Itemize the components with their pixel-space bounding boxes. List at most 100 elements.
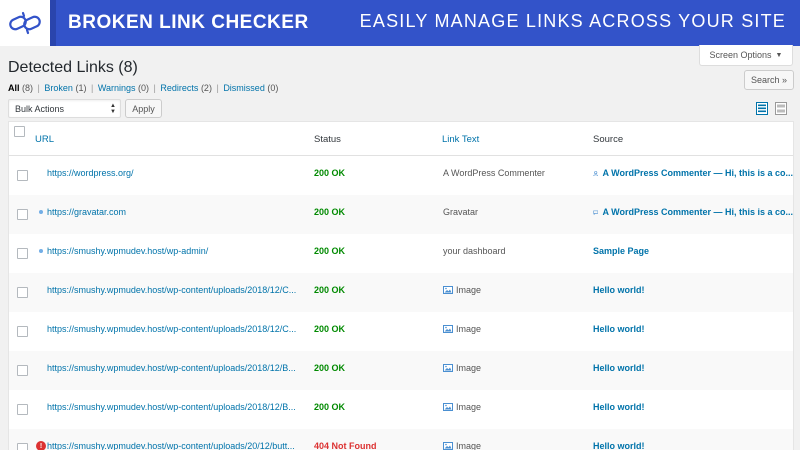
link-url[interactable]: https://smushy.wpmudev.host/wp-content/u…: [47, 285, 302, 295]
screen-options-button[interactable]: Screen Options ▼: [699, 45, 793, 66]
error-icon: !: [36, 441, 46, 450]
filter-redirects[interactable]: Redirects: [160, 83, 198, 93]
image-icon: [443, 364, 453, 372]
banner-title: BROKEN LINK CHECKER: [68, 12, 309, 33]
image-icon: [443, 286, 453, 294]
link-text-cell: Image: [443, 324, 481, 334]
column-url[interactable]: URL: [35, 134, 54, 145]
link-text: Gravatar: [443, 207, 479, 217]
link-text: Image: [456, 441, 482, 450]
link-source-cell: Hello world!: [593, 324, 793, 334]
table-row: ! https://smushy.wpmudev.host/wp-content/…: [9, 429, 793, 450]
image-icon: [443, 442, 453, 450]
redirect-dot-icon: [39, 210, 43, 214]
link-text: Image: [456, 324, 482, 334]
row-checkbox[interactable]: [17, 170, 28, 181]
link-url[interactable]: https://smushy.wpmudev.host/wp-content/u…: [47, 402, 302, 412]
link-text-cell: A WordPress Commenter: [443, 168, 545, 178]
select-all-checkbox[interactable]: [14, 126, 25, 137]
link-text-cell: Gravatar: [443, 207, 478, 217]
link-status: 404 Not Found: [314, 441, 377, 450]
table-header: URL Status Link Text Source: [9, 122, 793, 156]
filter-warnings[interactable]: Warnings: [98, 83, 136, 93]
link-source[interactable]: Hello world!: [593, 402, 645, 412]
link-source[interactable]: A WordPress Commenter — Hi, this is a co…: [602, 207, 793, 217]
comment-icon: [593, 210, 599, 215]
column-link-text[interactable]: Link Text: [442, 134, 479, 145]
column-status: Status: [314, 134, 341, 145]
table-row: https://smushy.wpmudev.host/wp-content/u…: [9, 312, 793, 351]
filter-separator: |: [90, 83, 94, 93]
link-status: 200 OK: [314, 285, 346, 295]
link-url[interactable]: https://smushy.wpmudev.host/wp-content/u…: [47, 324, 302, 334]
filter-redirects-count: (2): [200, 83, 212, 93]
filter-all[interactable]: All: [8, 83, 20, 93]
link-status: 200 OK: [314, 324, 346, 334]
filter-all-count: (8): [22, 83, 34, 93]
row-checkbox[interactable]: [17, 365, 28, 376]
image-icon: [443, 325, 453, 333]
link-text: A WordPress Commenter: [443, 168, 545, 178]
row-checkbox[interactable]: [17, 326, 28, 337]
link-status: 200 OK: [314, 246, 346, 256]
link-url[interactable]: https://smushy.wpmudev.host/wp-admin/: [47, 246, 302, 256]
bulk-actions-value: Bulk Actions: [15, 103, 65, 114]
row-checkbox[interactable]: [17, 248, 28, 259]
link-status: 200 OK: [314, 402, 346, 412]
chain-link-icon: [9, 11, 41, 35]
link-text-cell: Image: [443, 285, 481, 295]
image-icon: [443, 403, 453, 411]
link-url[interactable]: https://gravatar.com: [47, 207, 302, 217]
bulk-actions-select[interactable]: Bulk Actions ▲ ▼: [8, 99, 121, 118]
link-source[interactable]: Hello world!: [593, 285, 645, 295]
link-source-cell: Hello world!: [593, 285, 793, 295]
apply-button[interactable]: Apply: [125, 99, 162, 118]
link-text: Image: [456, 363, 482, 373]
link-text-cell: Image: [443, 441, 481, 450]
link-source-cell: A WordPress Commenter — Hi, this is a co…: [593, 207, 793, 217]
logo: [0, 0, 56, 46]
link-text: Image: [456, 402, 482, 412]
link-text-cell: Image: [443, 402, 481, 412]
plugin-banner: BROKEN LINK CHECKER EASILY MANAGE LINKS …: [0, 0, 800, 46]
link-source[interactable]: Sample Page: [593, 246, 649, 256]
link-url[interactable]: https://smushy.wpmudev.host/wp-content/u…: [47, 441, 302, 450]
filter-dismissed[interactable]: Dismissed: [223, 83, 265, 93]
column-source: Source: [593, 134, 624, 145]
link-source[interactable]: A WordPress Commenter — Hi, this is a co…: [602, 168, 793, 178]
link-source-cell: A WordPress Commenter — Hi, this is a co…: [593, 168, 793, 178]
link-text: Image: [456, 285, 482, 295]
table-row: https://smushy.wpmudev.host/wp-content/u…: [9, 390, 793, 429]
row-checkbox[interactable]: [17, 287, 28, 298]
banner-tagline: EASILY MANAGE LINKS ACROSS YOUR SITE: [359, 11, 786, 31]
table-row: https://gravatar.com 200 OK Gravatar A Word…: [9, 195, 793, 234]
caret-down-icon: ▼: [775, 51, 783, 59]
table-body: https://wordpress.org/200 OK A WordPress …: [9, 156, 793, 450]
link-source-cell: Hello world!: [593, 441, 793, 450]
link-source[interactable]: Hello world!: [593, 324, 645, 334]
search-button[interactable]: Search »: [744, 70, 794, 90]
link-url[interactable]: https://smushy.wpmudev.host/wp-content/u…: [47, 363, 302, 373]
excerpt-view-icon[interactable]: [775, 102, 787, 115]
link-source-cell: Hello world!: [593, 402, 793, 412]
link-source[interactable]: Hello world!: [593, 363, 645, 373]
row-checkbox[interactable]: [17, 209, 28, 220]
filter-dismissed-count: (0): [267, 83, 279, 93]
filter-warnings-count: (0): [138, 83, 150, 93]
page-title: Detected Links (8): [8, 59, 138, 76]
link-source-cell: Hello world!: [593, 363, 793, 373]
view-switcher: [756, 102, 787, 115]
link-source[interactable]: Hello world!: [593, 441, 645, 450]
row-checkbox[interactable]: [17, 404, 28, 415]
link-text: your dashboard: [443, 246, 506, 256]
filter-broken[interactable]: Broken: [44, 83, 73, 93]
list-view-icon[interactable]: [756, 102, 768, 115]
filter-separator: |: [37, 83, 40, 93]
table-row: https://smushy.wpmudev.host/wp-content/u…: [9, 273, 793, 312]
link-url[interactable]: https://wordpress.org/: [47, 168, 302, 178]
row-checkbox[interactable]: [17, 443, 28, 450]
filter-broken-count: (1): [75, 83, 87, 93]
filter-links: All (8) | Broken (1) | Warnings (0) | Re…: [8, 83, 278, 93]
screen-options-label: Screen Options: [709, 50, 772, 60]
link-status: 200 OK: [314, 363, 346, 373]
